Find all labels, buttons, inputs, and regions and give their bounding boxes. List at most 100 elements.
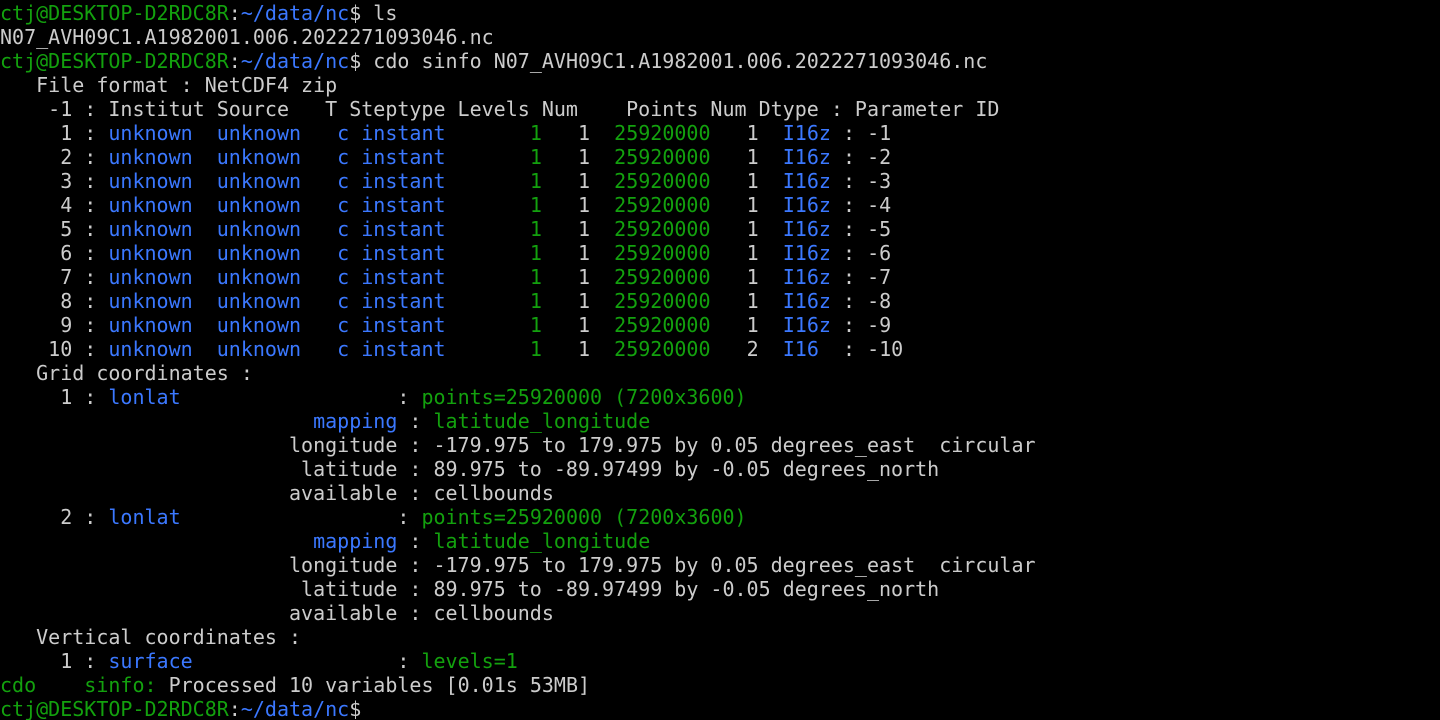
- var-separator: :: [830, 313, 868, 337]
- var-levels: 1: [529, 241, 542, 265]
- text-cursor[interactable]: [361, 699, 372, 719]
- var-type: c: [337, 217, 362, 241]
- var-dtype: I16z: [782, 289, 831, 313]
- var-levels: 1: [529, 289, 542, 313]
- var-type: c: [337, 193, 362, 217]
- prompt-symbol: $: [349, 697, 362, 720]
- grid-entry-line: 2 : lonlat : points=25920000 (7200x3600): [0, 505, 1440, 529]
- var-points: 25920000: [614, 217, 711, 241]
- var-param-id: -8: [867, 289, 892, 313]
- var-num-levels: 1: [578, 145, 591, 169]
- var-separator: :: [830, 265, 868, 289]
- var-param-id: -4: [867, 193, 892, 217]
- prompt-line[interactable]: ctj@DESKTOP-D2RDC8R:~/data/nc$: [0, 697, 1440, 720]
- prompt-user-host: ctj@DESKTOP-D2RDC8R: [0, 1, 229, 25]
- var-source: unknown: [216, 265, 338, 289]
- var-steptype: instant: [361, 193, 470, 217]
- prompt-line: ctj@DESKTOP-D2RDC8R:~/data/nc$ cdo sinfo…: [0, 49, 1440, 73]
- table-row: 1 : unknown unknown c instant 1 1 259200…: [0, 121, 1440, 145]
- var-points: 25920000: [614, 193, 711, 217]
- summary-program: cdo sinfo:: [0, 673, 157, 697]
- var-source: unknown: [216, 217, 338, 241]
- var-num-grids: 1: [746, 313, 759, 337]
- table-row: 6 : unknown unknown c instant 1 1 259200…: [0, 241, 1440, 265]
- vertical-entry-line: 1 : surface : levels=1: [0, 649, 1440, 673]
- summary-text: Processed 10 variables [0.01s 53MB]: [156, 673, 591, 697]
- grid-type: lonlat: [108, 385, 181, 409]
- var-levels: 1: [529, 217, 542, 241]
- var-num: 5 :: [0, 217, 109, 241]
- var-dtype: I16z: [782, 145, 831, 169]
- prompt-path: ~/data/nc: [240, 1, 350, 25]
- var-source: unknown: [216, 337, 338, 361]
- grid-num: 1 :: [0, 385, 109, 409]
- var-num: 8 :: [0, 289, 109, 313]
- var-steptype: instant: [361, 241, 470, 265]
- var-param-id: -2: [867, 145, 892, 169]
- var-type: c: [337, 121, 362, 145]
- var-levels: 1: [529, 169, 542, 193]
- var-param-id: -1: [867, 121, 892, 145]
- var-source: unknown: [216, 289, 338, 313]
- var-num: 4 :: [0, 193, 109, 217]
- command-text: cdo sinfo N07_AVH09C1.A1982001.006.20222…: [361, 49, 988, 73]
- var-num-grids: 1: [746, 265, 759, 289]
- prompt-separator: :: [228, 49, 241, 73]
- var-num: 6 :: [0, 241, 109, 265]
- table-row: 10 : unknown unknown c instant 1 1 25920…: [0, 337, 1440, 361]
- grid-available-line: available : cellbounds: [0, 481, 554, 505]
- var-institut: unknown: [108, 169, 217, 193]
- var-institut: unknown: [108, 337, 217, 361]
- grid-points: points=25920000 (7200x3600): [421, 505, 747, 529]
- prompt-separator: :: [228, 1, 241, 25]
- var-steptype: instant: [361, 265, 470, 289]
- vertical-type: surface: [108, 649, 193, 673]
- var-points: 25920000: [614, 337, 711, 361]
- var-separator: :: [830, 193, 868, 217]
- prompt-path: ~/data/nc: [240, 49, 350, 73]
- var-num-grids: 1: [746, 121, 759, 145]
- grid-separator: :: [180, 385, 422, 409]
- var-source: unknown: [216, 313, 338, 337]
- var-num-grids: 1: [746, 193, 759, 217]
- terminal-window[interactable]: ctj@DESKTOP-D2RDC8R:~/data/nc$ ls N07_AV…: [0, 0, 1440, 720]
- var-institut: unknown: [108, 193, 217, 217]
- grid-longitude-line: longitude : -179.975 to 179.975 by 0.05 …: [0, 553, 1036, 577]
- grid-latitude-line: latitude : 89.975 to -89.97499 by -0.05 …: [0, 577, 940, 601]
- var-num: 2 :: [0, 145, 109, 169]
- grid-available-line: available : cellbounds: [0, 601, 554, 625]
- var-separator: :: [830, 337, 868, 361]
- vertical-coordinates-header: Vertical coordinates :: [0, 625, 302, 649]
- ls-output-line: N07_AVH09C1.A1982001.006.2022271093046.n…: [0, 25, 494, 49]
- table-row: 9 : unknown unknown c instant 1 1 259200…: [0, 313, 1440, 337]
